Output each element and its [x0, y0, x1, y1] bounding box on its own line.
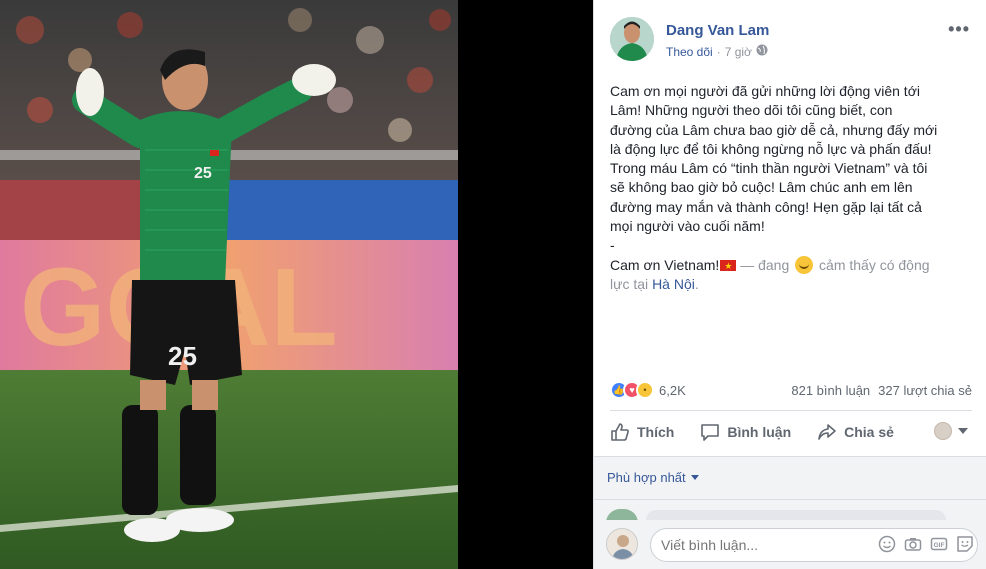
- follow-link[interactable]: Theo dõi: [666, 45, 713, 59]
- post-meta: Theo dõi · 7 giờ: [666, 44, 768, 59]
- share-label: Chia sẻ: [844, 424, 894, 440]
- chevron-down-icon: [958, 428, 968, 434]
- comment-count[interactable]: 821 bình luận: [791, 383, 870, 398]
- location-prefix: tại: [629, 275, 653, 292]
- like-label: Thích: [637, 424, 675, 440]
- post-as-selector[interactable]: [934, 422, 968, 440]
- smile-emoji-icon: [795, 255, 814, 274]
- post-location-line: lực tại Hà Nội.: [610, 275, 962, 294]
- like-button[interactable]: Thích: [610, 422, 674, 442]
- post-photo[interactable]: GOAL: [0, 0, 458, 569]
- more-options-icon[interactable]: •••: [948, 19, 970, 40]
- comments-section: Phù hợp nhất GIF: [594, 456, 986, 569]
- comment-sort-dropdown[interactable]: Phù hợp nhất: [607, 470, 699, 485]
- post-line: là động lực để tôi không ngừng nỗ lực và…: [610, 140, 932, 157]
- post-line: Lâm! Những người theo dõi tôi cũng biết,…: [610, 102, 893, 119]
- viewer-mini-avatar: [934, 422, 952, 440]
- vietnam-flag-icon: [720, 257, 737, 276]
- emoji-icon[interactable]: [878, 535, 896, 553]
- post-stats: 👍 ♥ • 6,2K 821 bình luận 327 lượt chia s…: [610, 376, 972, 404]
- feeling-text[interactable]: cảm thấy có động: [819, 257, 930, 273]
- feeling-text-cont[interactable]: lực: [610, 276, 629, 292]
- gif-icon[interactable]: GIF: [930, 535, 948, 553]
- globe-icon: [756, 44, 768, 59]
- sad-reaction-icon: •: [636, 381, 654, 399]
- feeling-prefix: — đang: [736, 256, 794, 273]
- author-name[interactable]: Dang Van Lam: [666, 22, 769, 39]
- meta-separator: ·: [716, 44, 721, 59]
- engagement-counts: 821 bình luận 327 lượt chia sẻ: [791, 383, 972, 398]
- post-time[interactable]: 7 giờ: [725, 45, 752, 59]
- location-link[interactable]: Hà Nội: [652, 276, 695, 292]
- post-closing-line: Cam ơn Vietnam! — đang cảm thấy có động: [610, 255, 962, 276]
- svg-text:GIF: GIF: [934, 542, 945, 549]
- post-line: Trong máu Lâm có “tinh thần người Vietna…: [610, 160, 928, 177]
- comment-bubble-icon: [701, 424, 720, 441]
- sticker-icon[interactable]: [956, 535, 974, 553]
- location-suffix: .: [694, 275, 699, 292]
- comment-label: Bình luận: [727, 424, 792, 440]
- reactions-summary[interactable]: 👍 ♥ • 6,2K: [610, 381, 686, 399]
- author-avatar[interactable]: [610, 17, 654, 61]
- svg-text:25: 25: [194, 165, 212, 182]
- camera-icon[interactable]: [904, 535, 922, 553]
- comments-divider: [594, 499, 986, 500]
- photo-viewer: GOAL: [0, 0, 986, 569]
- thumbs-up-icon: [611, 423, 629, 441]
- post-line: mọi người vào cuối năm!: [610, 218, 765, 235]
- viewer-avatar: [606, 528, 638, 560]
- sort-label: Phù hợp nhất: [607, 470, 686, 485]
- actions-divider-top: [610, 410, 972, 411]
- post-line: Cam ơn mọi người đã gửi những lời động v…: [610, 83, 920, 99]
- post-line: sẽ không bao giờ bỏ cuộc! Lâm chúc anh e…: [610, 179, 913, 196]
- post-line: đường của Lâm chưa bao giờ dễ cả, nhưng …: [610, 121, 938, 138]
- author-avatar-image: [610, 17, 654, 61]
- post-actions: Thích Bình luận Chia sẻ: [610, 412, 972, 452]
- goalkeeper-photo: GOAL: [0, 0, 458, 569]
- photo-backdrop: GOAL: [0, 0, 593, 569]
- caret-down-icon: [690, 475, 699, 480]
- reaction-count[interactable]: 6,2K: [659, 383, 686, 398]
- post-line: đường may mắn và thành công! Hẹn gặp lại…: [610, 198, 922, 215]
- comment-composer: GIF: [594, 520, 986, 569]
- post-line: -: [610, 237, 615, 254]
- post-panel: Dang Van Lam Theo dõi · 7 giờ ••• Cam ơn…: [593, 0, 986, 569]
- share-button[interactable]: Chia sẻ: [817, 422, 894, 442]
- composer-tools: GIF: [878, 535, 974, 553]
- closing-text: Cam ơn Vietnam!: [610, 256, 720, 273]
- share-arrow-icon: [818, 424, 836, 440]
- comment-bubble-partial: [646, 510, 946, 520]
- post-body: Cam ơn mọi người đã gửi những lời động v…: [610, 82, 962, 294]
- post-header: Dang Van Lam Theo dõi · 7 giờ •••: [610, 17, 974, 65]
- share-count[interactable]: 327 lượt chia sẻ: [878, 383, 972, 398]
- comment-button[interactable]: Bình luận: [700, 422, 791, 442]
- svg-text:25: 25: [168, 341, 197, 371]
